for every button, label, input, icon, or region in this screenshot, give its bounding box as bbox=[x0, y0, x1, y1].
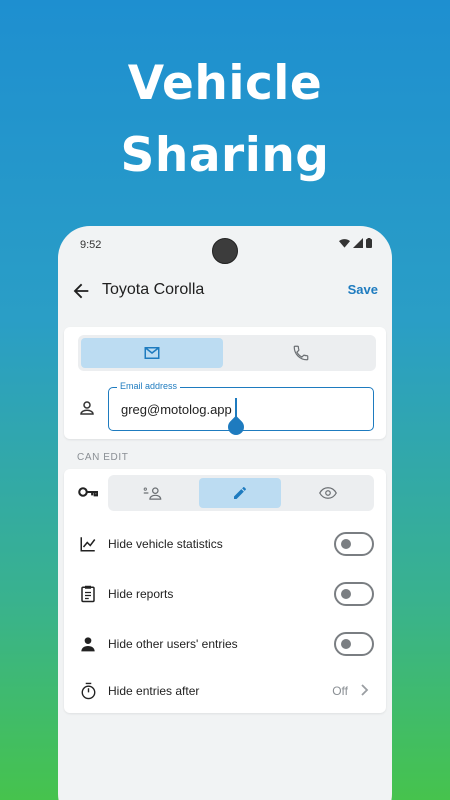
clipboard-icon bbox=[81, 585, 95, 603]
no-access-option[interactable] bbox=[111, 478, 195, 508]
setting-label: Hide reports bbox=[108, 587, 174, 601]
email-field[interactable]: Email address greg@motolog.app bbox=[108, 381, 374, 439]
toggle-switch[interactable] bbox=[334, 632, 374, 656]
setting-label: Hide other users' entries bbox=[108, 637, 238, 651]
phone-tab[interactable] bbox=[229, 338, 373, 368]
app-bar: Toyota Corolla Save bbox=[58, 272, 392, 310]
wifi-icon bbox=[339, 239, 350, 248]
cursor-handle[interactable] bbox=[224, 415, 248, 439]
setting-row-reports[interactable]: Hide reports bbox=[64, 574, 386, 614]
email-field-label: Email address bbox=[117, 381, 181, 391]
signal-icon bbox=[353, 238, 363, 248]
view-option[interactable] bbox=[285, 478, 371, 508]
permission-level-toggle bbox=[108, 475, 374, 511]
person-outline-icon bbox=[80, 401, 94, 415]
phone-icon bbox=[293, 345, 309, 361]
email-tab[interactable] bbox=[81, 338, 223, 368]
headline: Vehicle Sharing bbox=[0, 48, 450, 192]
page-title: Toyota Corolla bbox=[102, 281, 205, 298]
person-icon bbox=[81, 637, 95, 652]
permissions-card: Hide vehicle statistics Hide reports Hid… bbox=[64, 469, 386, 713]
person-remove-icon bbox=[143, 487, 162, 500]
setting-row-vehicle-statistics[interactable]: Hide vehicle statistics bbox=[64, 524, 386, 564]
phone-screen: 9:52 Toyota Corolla Save Email address g… bbox=[58, 226, 392, 800]
toggle-switch[interactable] bbox=[334, 532, 374, 556]
mail-icon bbox=[144, 347, 160, 359]
edit-option[interactable] bbox=[199, 478, 281, 508]
battery-icon bbox=[366, 238, 372, 248]
back-arrow-icon[interactable] bbox=[70, 280, 92, 302]
eye-icon bbox=[319, 487, 337, 499]
contact-card: Email address greg@motolog.app bbox=[64, 327, 386, 439]
setting-value: Off bbox=[332, 684, 348, 698]
pencil-icon bbox=[234, 487, 246, 499]
camera-cutout bbox=[212, 238, 238, 264]
setting-label: Hide entries after bbox=[108, 684, 200, 698]
setting-label: Hide vehicle statistics bbox=[108, 537, 223, 551]
email-field-value[interactable]: greg@motolog.app bbox=[121, 402, 232, 417]
status-bar: 9:52 bbox=[58, 226, 392, 264]
headline-line-2: Sharing bbox=[120, 128, 330, 183]
toggle-switch[interactable] bbox=[334, 582, 374, 606]
status-time: 9:52 bbox=[80, 239, 102, 251]
section-label: CAN EDIT bbox=[77, 452, 129, 463]
setting-row-hide-entries-after[interactable]: Hide entries after Off bbox=[64, 671, 386, 711]
contact-type-toggle bbox=[78, 335, 376, 371]
key-icon bbox=[78, 487, 98, 497]
chevron-right-icon bbox=[361, 684, 369, 696]
timer-icon bbox=[81, 682, 95, 700]
save-button[interactable]: Save bbox=[348, 282, 378, 297]
setting-row-other-users-entries[interactable]: Hide other users' entries bbox=[64, 624, 386, 664]
headline-line-1: Vehicle bbox=[127, 56, 323, 111]
chart-icon bbox=[80, 537, 96, 552]
